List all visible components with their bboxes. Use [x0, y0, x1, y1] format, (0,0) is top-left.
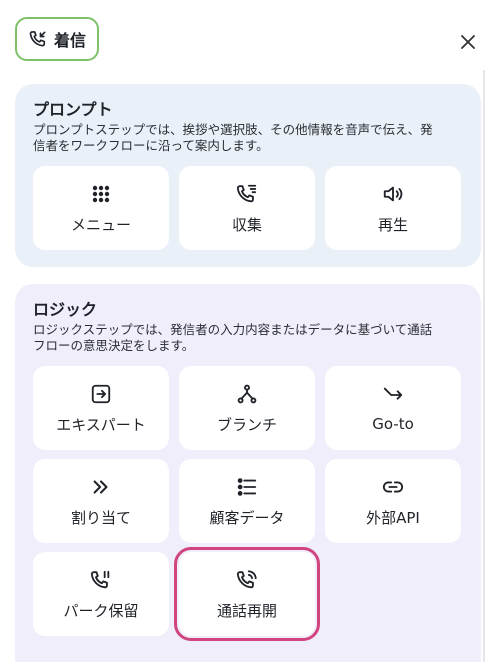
phone-hold-icon — [89, 568, 113, 592]
prompt-section-description: プロンプトステップでは、挨拶や選択肢、その他情報を音声で伝え、発 信者をワークフ… — [33, 122, 463, 154]
tile-branch[interactable]: ブランチ — [179, 366, 315, 450]
prompt-desc-line1: プロンプトステップでは、挨拶や選択肢、その他情報を音声で伝え、発 — [33, 122, 433, 137]
incoming-call-icon — [29, 31, 46, 47]
tile-park-hold-label: パーク保留 — [63, 601, 139, 620]
tile-external-api-label: 外部API — [366, 508, 420, 527]
link-icon — [381, 475, 405, 499]
tile-assign[interactable]: 割り当て — [33, 459, 169, 543]
logic-desc-line1: ロジックステップでは、発信者の入力内容またはデータに基づいて通話 — [33, 322, 433, 337]
double-chevron-icon — [89, 475, 113, 499]
tile-resume-call-label: 通話再開 — [216, 601, 277, 620]
header-title: 着信 — [53, 31, 86, 50]
tile-menu[interactable]: メニュー — [33, 166, 169, 250]
tile-expert[interactable]: エキスパート — [33, 366, 169, 450]
tile-customer-data[interactable]: 顧客データ — [179, 459, 315, 543]
tile-assign-label: 割り当て — [70, 508, 131, 527]
menu-grid-icon — [89, 182, 113, 206]
tile-collect[interactable]: 収集 — [179, 166, 315, 250]
phone-collect-icon — [235, 182, 259, 206]
tile-customer-data-label: 顧客データ — [209, 508, 285, 527]
speaker-icon — [381, 182, 405, 206]
export-icon — [89, 382, 113, 406]
prompt-section-title: プロンプト — [33, 100, 113, 119]
close-icon — [461, 35, 475, 49]
incoming-call-chip[interactable]: 着信 — [15, 17, 99, 61]
tile-play-label: 再生 — [377, 215, 408, 234]
logic-desc-line2: フローの意思決定をします。 — [33, 338, 195, 353]
goto-arrow-icon — [381, 383, 405, 407]
tile-goto[interactable]: Go-to — [325, 366, 461, 450]
tile-menu-label: メニュー — [70, 215, 131, 234]
tile-goto-label: Go-to — [372, 415, 414, 433]
tile-expert-label: エキスパート — [56, 415, 146, 434]
phone-resume-icon — [235, 568, 259, 592]
tile-park-hold[interactable]: パーク保留 — [33, 552, 169, 636]
tile-branch-label: ブランチ — [216, 415, 277, 434]
tile-external-api[interactable]: 外部API — [325, 459, 461, 543]
list-icon — [235, 475, 259, 499]
prompt-desc-line2: 信者をワークフローに沿って案内します。 — [33, 138, 269, 153]
branch-icon — [235, 382, 259, 406]
logic-section-title: ロジック — [33, 300, 98, 319]
close-button[interactable] — [457, 31, 479, 53]
tile-resume-call[interactable]: 通話再開 — [174, 547, 320, 641]
tile-collect-label: 収集 — [231, 215, 262, 234]
tile-play[interactable]: 再生 — [325, 166, 461, 250]
logic-section-description: ロジックステップでは、発信者の入力内容またはデータに基づいて通話 フローの意思決… — [33, 322, 463, 354]
